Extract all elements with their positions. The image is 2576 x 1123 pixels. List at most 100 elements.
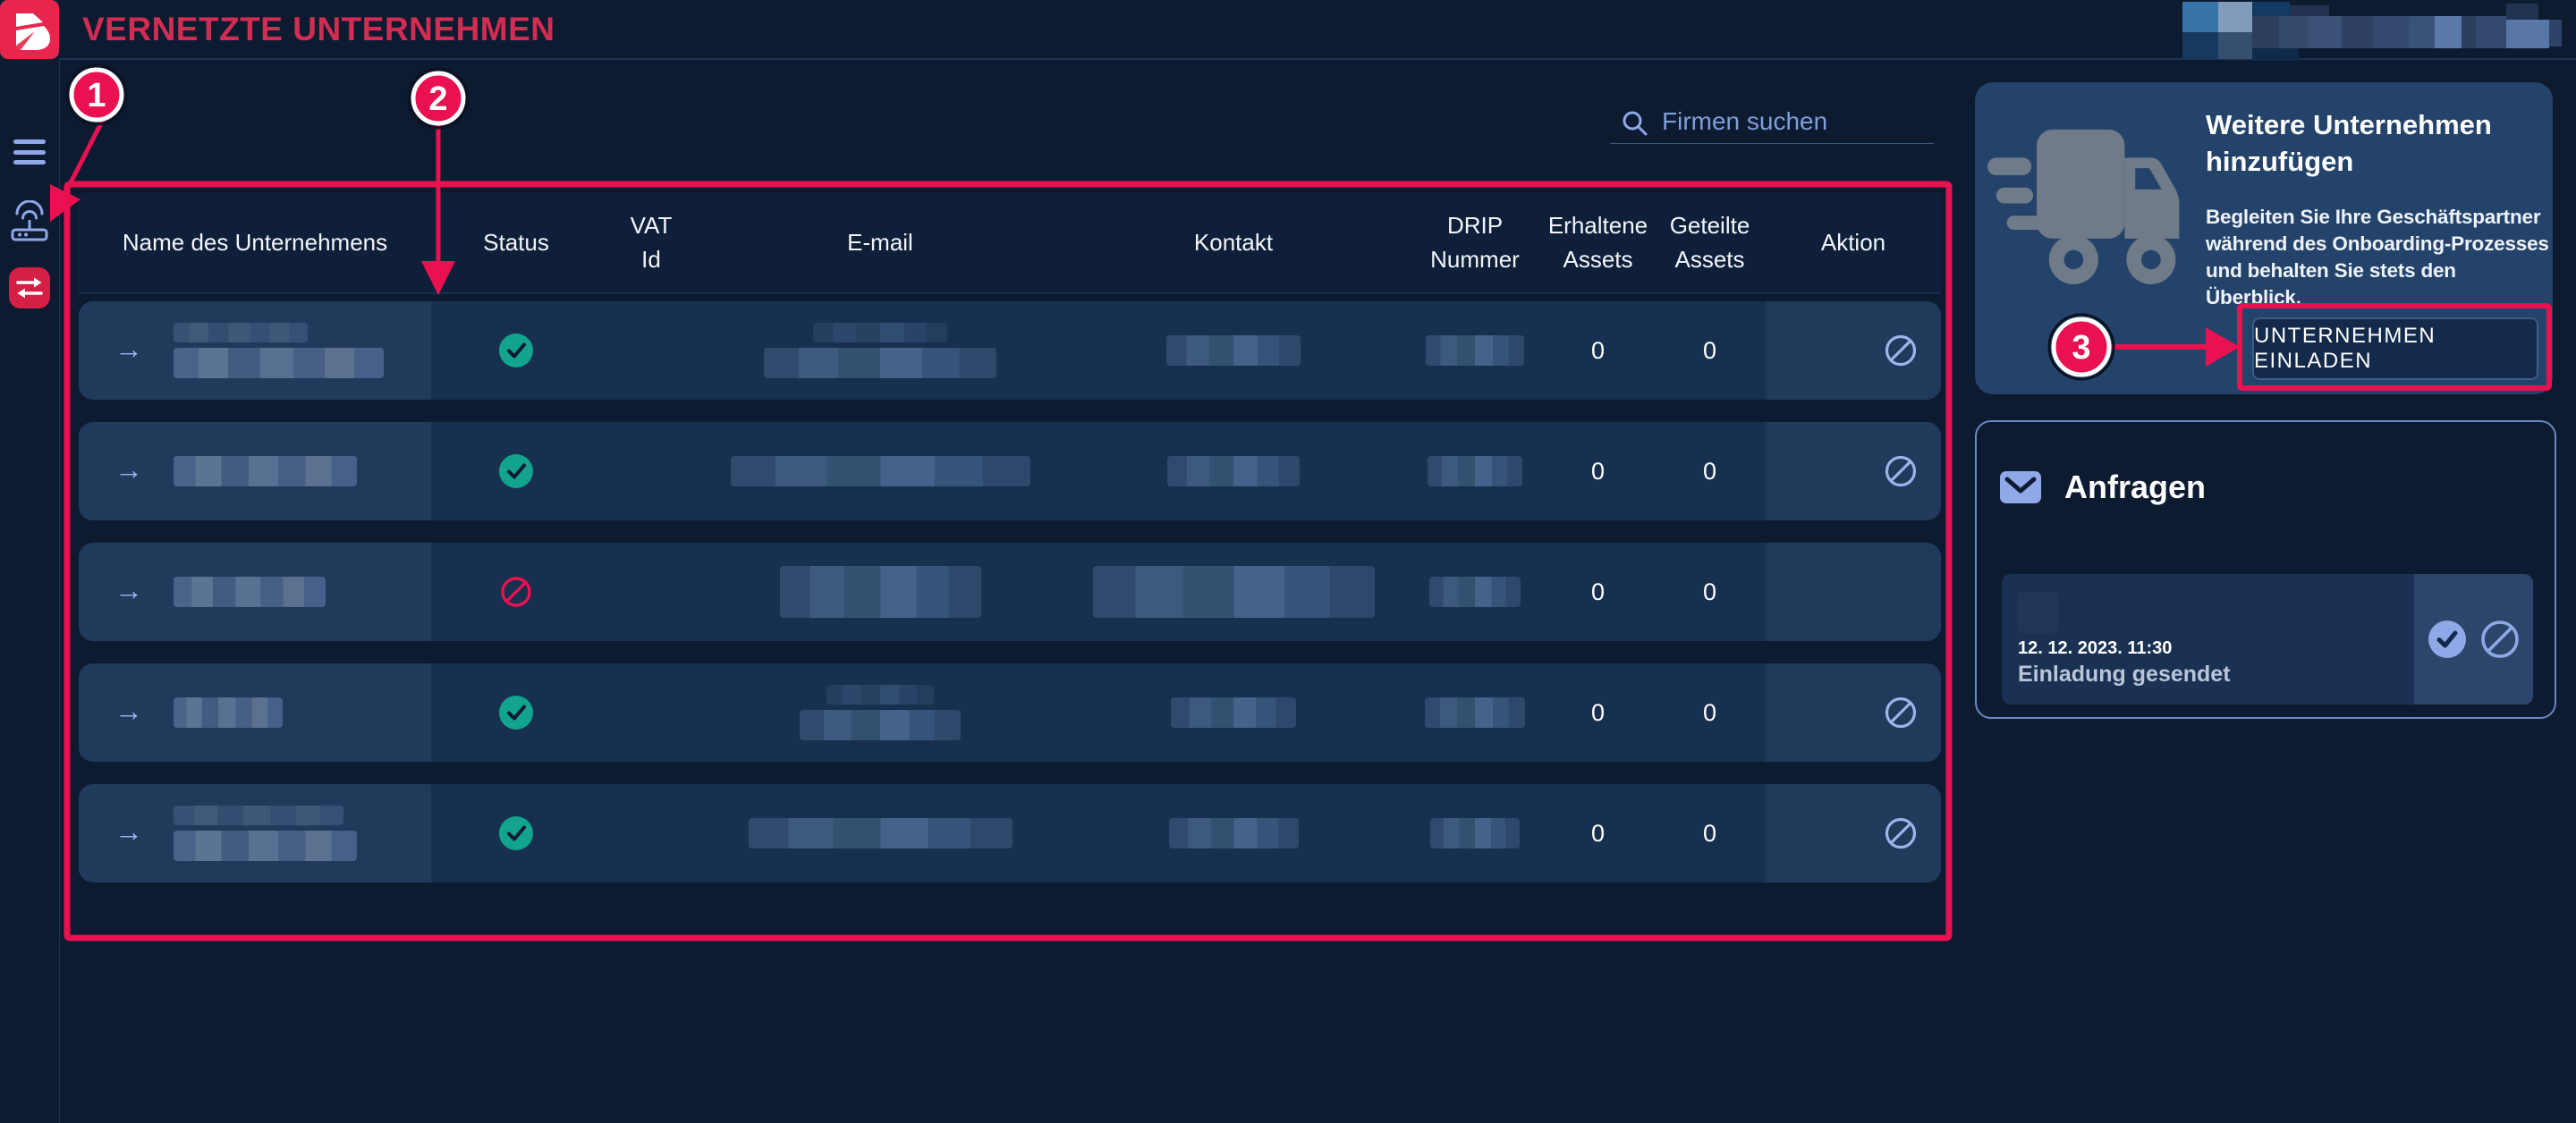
table-row[interactable]: → [79, 543, 1941, 641]
shared-assets-value: 0 [1703, 699, 1716, 727]
table-row[interactable]: → [79, 784, 1941, 882]
status-verified-icon [497, 332, 535, 369]
accept-request-icon[interactable] [2428, 620, 2467, 659]
expand-row-arrow-icon[interactable]: → [114, 817, 143, 846]
search-icon[interactable] [1621, 109, 1649, 138]
vat-id-cell [601, 784, 701, 882]
redacted-email [780, 566, 981, 618]
shared-assets-cell: 0 [1654, 543, 1766, 641]
vat-id-cell [601, 422, 701, 520]
redacted-email [764, 348, 996, 378]
redacted-email-pre [813, 323, 947, 342]
email-cell [701, 663, 1059, 762]
requests-card: Anfragen 12. 12. 2023. 11:30 Einladung g… [1975, 420, 2556, 719]
drip-nummer-cell [1408, 543, 1542, 641]
annotation-arrow-1 [66, 118, 104, 191]
annotation-circle-2: 2 [409, 69, 468, 128]
company-name-cell: → [79, 422, 431, 520]
received-assets-cell: 0 [1542, 543, 1654, 641]
invite-companies-card: Weitere Unternehmen hinzufügen Begleiten… [1975, 82, 2553, 394]
status-cell [431, 543, 601, 641]
drip-logo [0, 0, 59, 59]
delivery-truck-icon [1987, 114, 2199, 345]
col-erhaltene-assets: Erhaltene Assets [1542, 209, 1654, 276]
company-name-cell: → [79, 663, 431, 762]
received-assets-cell: 0 [1542, 301, 1654, 400]
expand-row-arrow-icon[interactable]: → [114, 576, 143, 604]
table-row[interactable]: → [79, 422, 1941, 520]
col-name: Name des Unternehmens [123, 226, 387, 260]
redacted-name [174, 456, 357, 486]
company-name-cell: → [79, 543, 431, 641]
request-entry: 12. 12. 2023. 11:30 Einladung gesendet [2002, 574, 2533, 705]
shared-assets-cell: 0 [1654, 663, 1766, 762]
menu-icon[interactable] [13, 139, 46, 165]
shared-assets-value: 0 [1703, 337, 1716, 365]
received-assets-cell: 0 [1542, 663, 1654, 762]
search-input[interactable] [1660, 102, 1932, 141]
redacted-drip-nummer [1428, 456, 1522, 486]
kontakt-cell [1059, 301, 1408, 400]
svg-text:2: 2 [428, 80, 447, 118]
action-cell [1766, 784, 1941, 882]
company-name-cell: → [79, 301, 431, 400]
block-company-icon[interactable] [1882, 332, 1919, 369]
decline-request-icon[interactable] [2480, 620, 2520, 659]
sidebar [0, 59, 60, 1123]
sidebar-item-devices[interactable] [10, 200, 49, 243]
drip-nummer-cell [1408, 663, 1542, 762]
request-timestamp: 12. 12. 2023. 11:30 [2018, 638, 2172, 659]
received-assets-value: 0 [1591, 458, 1605, 486]
action-cell [1766, 543, 1941, 641]
mail-envelope-icon [2000, 471, 2041, 503]
requests-card-title: Anfragen [2064, 469, 2206, 506]
vat-id-cell [601, 543, 701, 641]
kontakt-cell [1059, 422, 1408, 520]
redacted-drip-nummer [1429, 577, 1521, 607]
invite-company-button[interactable]: UNTERNEHMEN EINLADEN [2252, 317, 2538, 380]
transfer-arrows-icon [15, 275, 44, 300]
redacted-email [749, 818, 1013, 849]
invite-card-description: Begleiten Sie Ihre Geschäftspartner währ… [2206, 204, 2549, 312]
block-company-icon[interactable] [1882, 694, 1919, 731]
action-cell [1766, 301, 1941, 400]
invite-card-title: Weitere Unternehmen hinzufügen [2206, 107, 2501, 181]
redacted-name-pre [174, 323, 308, 342]
status-verified-icon [497, 694, 535, 731]
block-company-icon[interactable] [1882, 815, 1919, 852]
status-cell [431, 301, 601, 400]
redacted-drip-nummer [1426, 335, 1524, 366]
sidebar-item-connections[interactable] [9, 267, 50, 308]
status-cell [431, 663, 601, 762]
company-name-cell: → [79, 784, 431, 882]
company-search [1610, 100, 1934, 144]
status-blocked-icon [498, 574, 534, 610]
redacted-kontakt [1169, 818, 1299, 849]
redacted-email [800, 710, 961, 740]
redacted-email [731, 456, 1030, 486]
kontakt-cell [1059, 663, 1408, 762]
redacted-drip-nummer [1425, 697, 1525, 728]
expand-row-arrow-icon[interactable]: → [114, 455, 143, 484]
table-body: → [79, 301, 1941, 882]
email-cell [701, 301, 1059, 400]
col-drip-nummer: DRIP Nummer [1422, 209, 1528, 276]
table-row[interactable]: → [79, 663, 1941, 762]
received-assets-value: 0 [1591, 699, 1605, 727]
expand-row-arrow-icon[interactable]: → [114, 334, 143, 363]
redacted-name [174, 697, 283, 728]
page-title: VERNETZTE UNTERNEHMEN [82, 0, 555, 59]
received-assets-value: 0 [1591, 820, 1605, 848]
redacted-drip-nummer [1430, 818, 1520, 849]
col-vat-id: VAT Id [623, 209, 679, 276]
table-row[interactable]: → [79, 301, 1941, 400]
table-header-row: Name des Unternehmens Status VAT Id E-ma… [79, 193, 1941, 294]
kontakt-cell [1059, 784, 1408, 882]
vat-id-cell [601, 301, 701, 400]
shared-assets-cell: 0 [1654, 784, 1766, 882]
expand-row-arrow-icon[interactable]: → [114, 697, 143, 725]
redacted-request-logo [2018, 592, 2059, 633]
block-company-icon[interactable] [1882, 452, 1919, 490]
topbar: VERNETZTE UNTERNEHMEN [0, 0, 2576, 59]
col-email: E-mail [847, 226, 913, 260]
